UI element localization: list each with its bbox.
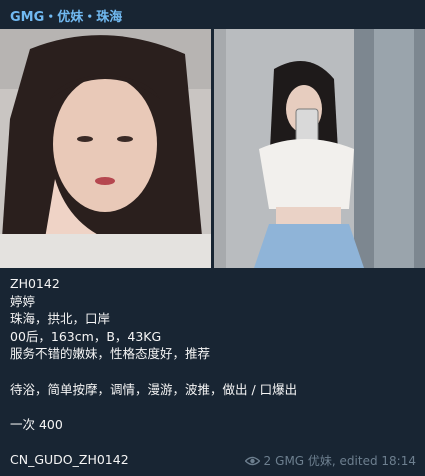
photo-2-image	[214, 29, 425, 268]
text-line: 婷婷	[10, 293, 36, 309]
text-line: 00后，163cm，B，43KG	[10, 328, 162, 344]
text-line: 服务不错的嫩妹，性格态度好，推荐	[10, 346, 211, 362]
view-count: 2	[263, 453, 272, 468]
text-line	[10, 363, 415, 381]
message-text: ZH0142 婷婷 珠海，拱北，口岸 00后，163cm，B，43KG 服务不错…	[10, 275, 415, 469]
text-line: ZH0142	[10, 276, 60, 291]
message-meta: 2 GMG 优妹, edited 18:14	[244, 452, 416, 469]
photo-1[interactable]	[0, 29, 211, 268]
message-footer: GMG 优妹, edited 18:14	[275, 454, 416, 468]
photo-2[interactable]	[214, 29, 425, 268]
text-line: 珠海，拱北，口岸	[10, 311, 111, 327]
text-line: 待浴，简单按摩，调情，漫游，波推，做出 / 口爆出	[10, 381, 298, 397]
message-bubble: GMG・优妹・珠海 ZH0142 婷婷 珠海，拱北，口岸 00后，163cm，B…	[0, 0, 425, 476]
photo-1-image	[0, 29, 211, 268]
sender-name[interactable]: GMG・优妹・珠海	[10, 6, 122, 25]
text-line	[10, 433, 415, 451]
text-line: 一次 400	[10, 416, 63, 432]
eye-icon	[244, 456, 260, 465]
text-line	[10, 398, 415, 416]
